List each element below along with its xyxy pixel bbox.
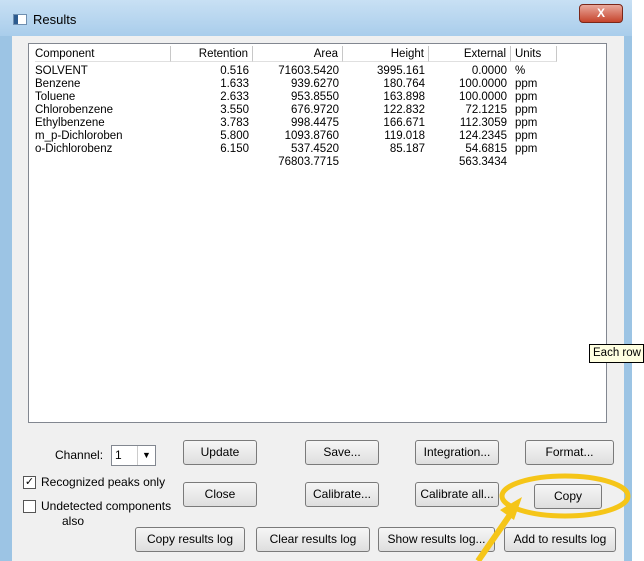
table-cell: 0.516 [220,65,249,77]
table-row[interactable]: SOLVENT 0.516 71603.5420 3995.161 0.0000% [35,65,575,78]
recognized-peaks-checkbox[interactable]: ✓ [23,476,36,489]
results-list[interactable]: Component Retention Area Height External… [28,43,607,423]
table-cell: Ethylbenzene [35,117,105,129]
undetected-components-checkbox[interactable] [23,500,36,513]
col-header-retention[interactable]: Retention [171,46,253,62]
table-cell: Benzene [35,78,81,90]
tooltip: Each row [589,344,644,363]
table-cell: 953.8550 [291,91,339,103]
table-cell: Toluene [35,91,76,103]
table-cell: 1093.8760 [284,130,339,142]
total-external: 563.3434 [459,156,507,168]
window-icon [13,14,27,25]
calibrate-all-button[interactable]: Calibrate all... [415,482,499,507]
chevron-down-icon[interactable]: ▼ [137,446,155,465]
save-button[interactable]: Save... [305,440,379,465]
integration-button[interactable]: Integration... [415,440,499,465]
table-cell: 3.550 [220,104,249,116]
table-cell: 166.671 [383,117,425,129]
table-row[interactable]: m_p-Dichloroben 5.800 1093.8760 119.018 124.… [35,130,575,143]
table-row[interactable]: Toluene 2.633 953.8550 163.898 100.0000 ppm [35,91,575,104]
recognized-peaks-label: Recognized peaks only [41,475,166,489]
results-window: Results X Component Retention Area Heigh… [0,0,632,561]
table-cell: 5.800 [220,130,249,142]
table-cell: ppm [515,91,538,103]
table-cell: 71603.5420 [278,65,339,77]
table-cell: 112.3059 [459,117,507,129]
table-row[interactable]: o-Dichlorobenz 6.150 537.4520 85.187 54.6815… [35,143,575,156]
channel-select[interactable]: 1 ▼ [111,445,156,466]
title-bar: Results X [0,0,632,36]
col-header-area[interactable]: Area [253,46,343,62]
window-title: Results [33,12,77,27]
copy-button[interactable]: Copy [534,484,602,509]
table-cell: 163.898 [383,91,425,103]
table-cell: Chlorobenzene [35,104,114,116]
copy-results-log-button[interactable]: Copy results log [135,527,245,552]
table-cell: 3.783 [220,117,249,129]
table-cell: 122.832 [383,104,425,116]
table-cell: 72.1215 [465,104,507,116]
calibrate-button[interactable]: Calibrate... [305,482,379,507]
col-header-height[interactable]: Height [343,46,429,62]
table-row[interactable]: Chlorobenzene 3.550 676.9720 122.832 72.1215… [35,104,575,117]
show-results-log-button[interactable]: Show results log... [378,527,495,552]
add-to-results-log-button[interactable]: Add to results log [504,527,616,552]
dialog-client-area: Component Retention Area Height External… [12,36,624,561]
table-cell: 1.633 [220,78,249,90]
table-row[interactable]: Benzene 1.633 939.6270 180.764 100.0000 ppm [35,78,575,91]
totals-row: 76803.7715 563.3434 [35,156,575,169]
undetected-components-label-also: also [62,514,85,528]
update-button[interactable]: Update [183,440,257,465]
col-header-units[interactable]: Units [511,46,557,62]
table-cell: 998.4475 [291,117,339,129]
channel-value: 1 [115,448,122,462]
table-cell: m_p-Dichloroben [35,130,123,142]
table-cell: % [515,65,526,77]
table-cell: 2.633 [220,91,249,103]
table-cell: 537.4520 [291,143,339,155]
table-cell: ppm [515,117,538,129]
table-cell: o-Dichlorobenz [35,143,113,155]
table-cell: 124.2345 [459,130,507,142]
table-cell: 85.187 [389,143,425,155]
table-cell: 54.6815 [465,143,507,155]
table-cell: 100.0000 [459,78,507,90]
format-button[interactable]: Format... [525,440,614,465]
undetected-components-label: Undetected components [41,499,172,513]
col-header-external[interactable]: External [429,46,511,62]
results-list-header: Component Retention Area Height External… [35,46,575,63]
table-cell: ppm [515,78,538,90]
table-cell: SOLVENT [35,65,88,77]
close-button[interactable]: Close [183,482,257,507]
channel-label: Channel: [55,448,104,462]
table-cell: 676.9720 [291,104,339,116]
col-header-component[interactable]: Component [35,46,171,62]
table-cell: 3995.161 [377,65,425,77]
table-cell: ppm [515,104,538,116]
total-area: 76803.7715 [278,156,339,168]
clear-results-log-button[interactable]: Clear results log [256,527,370,552]
table-cell: ppm [515,130,538,142]
table-cell: ppm [515,143,538,155]
table-cell: 939.6270 [291,78,339,90]
table-row[interactable]: Ethylbenzene 3.783 998.4475 166.671 112.3059… [35,117,575,130]
table-cell: 0.0000 [471,65,507,77]
table-cell: 180.764 [383,78,425,90]
table-cell: 6.150 [220,143,249,155]
table-cell: 100.0000 [459,91,507,103]
table-cell: 119.018 [384,130,425,142]
close-window-button[interactable]: X [579,4,623,23]
